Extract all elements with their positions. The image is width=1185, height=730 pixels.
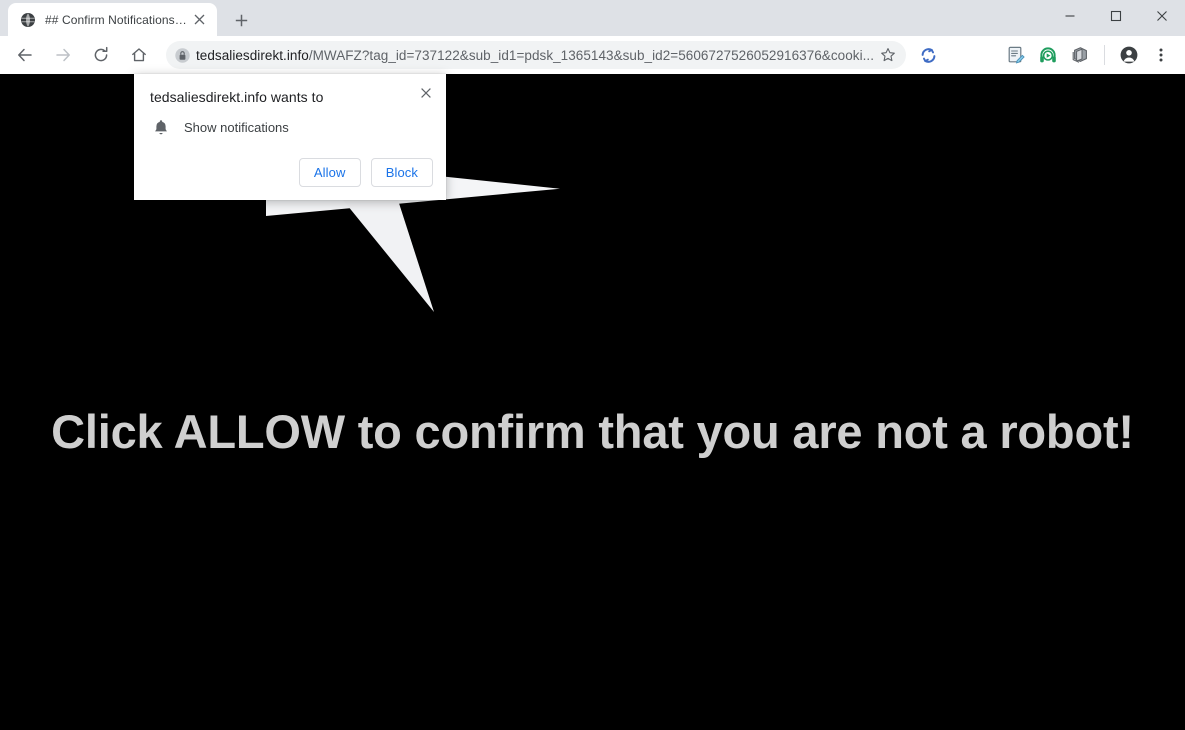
stacked-pages-icon[interactable] [1065,40,1095,70]
url-path: /MWAFZ?tag_id=737122&sub_id1=pdsk_136514… [308,47,874,63]
bell-icon [150,116,172,138]
url-text[interactable]: tedsaliesdirekt.info/MWAFZ?tag_id=737122… [196,48,874,63]
minimize-button[interactable] [1047,0,1093,32]
dialog-close-icon[interactable] [414,81,438,105]
lock-icon[interactable] [168,41,196,69]
toolbar-separator [1104,45,1105,65]
headphone-play-icon[interactable] [1033,40,1063,70]
tab-title: ## Confirm Notifications ## [45,12,189,27]
page-headline: Click ALLOW to confirm that you are not … [51,405,1134,458]
permission-label: Show notifications [184,119,289,135]
address-bar[interactable]: tedsaliesdirekt.info/MWAFZ?tag_id=737122… [166,41,906,69]
dialog-actions: Allow Block [298,158,433,187]
close-button[interactable] [1139,0,1185,32]
permission-row: Show notifications [150,116,289,138]
block-button[interactable]: Block [370,158,433,187]
sync-refresh-icon[interactable] [913,40,943,70]
window-controls [1047,0,1185,32]
maximize-button[interactable] [1093,0,1139,32]
browser-toolbar: tedsaliesdirekt.info/MWAFZ?tag_id=737122… [0,36,1185,74]
new-tab-button[interactable] [227,6,255,34]
chrome-menu-icon[interactable] [1146,40,1176,70]
callout-tail-down [330,184,434,312]
notification-permission-dialog: tedsaliesdirekt.info wants to Show notif… [134,74,446,200]
note-edit-icon[interactable] [1001,40,1031,70]
back-button[interactable] [11,41,39,69]
reload-button[interactable] [87,41,115,69]
globe-icon [20,12,36,28]
home-button[interactable] [125,41,153,69]
tab-close-icon[interactable] [189,10,209,30]
browser-window: ## Confirm Notifications ## tedsaliesdir… [0,0,1185,730]
url-host: tedsaliesdirekt.info [196,47,309,63]
forward-button[interactable] [49,41,77,69]
tab-strip: ## Confirm Notifications ## [0,0,1185,36]
browser-tab[interactable]: ## Confirm Notifications ## [8,3,217,36]
allow-button[interactable]: Allow [298,158,361,187]
dialog-title: tedsaliesdirekt.info wants to [150,89,324,105]
profile-avatar-icon[interactable] [1114,40,1144,70]
bookmark-star-icon[interactable] [874,41,902,69]
